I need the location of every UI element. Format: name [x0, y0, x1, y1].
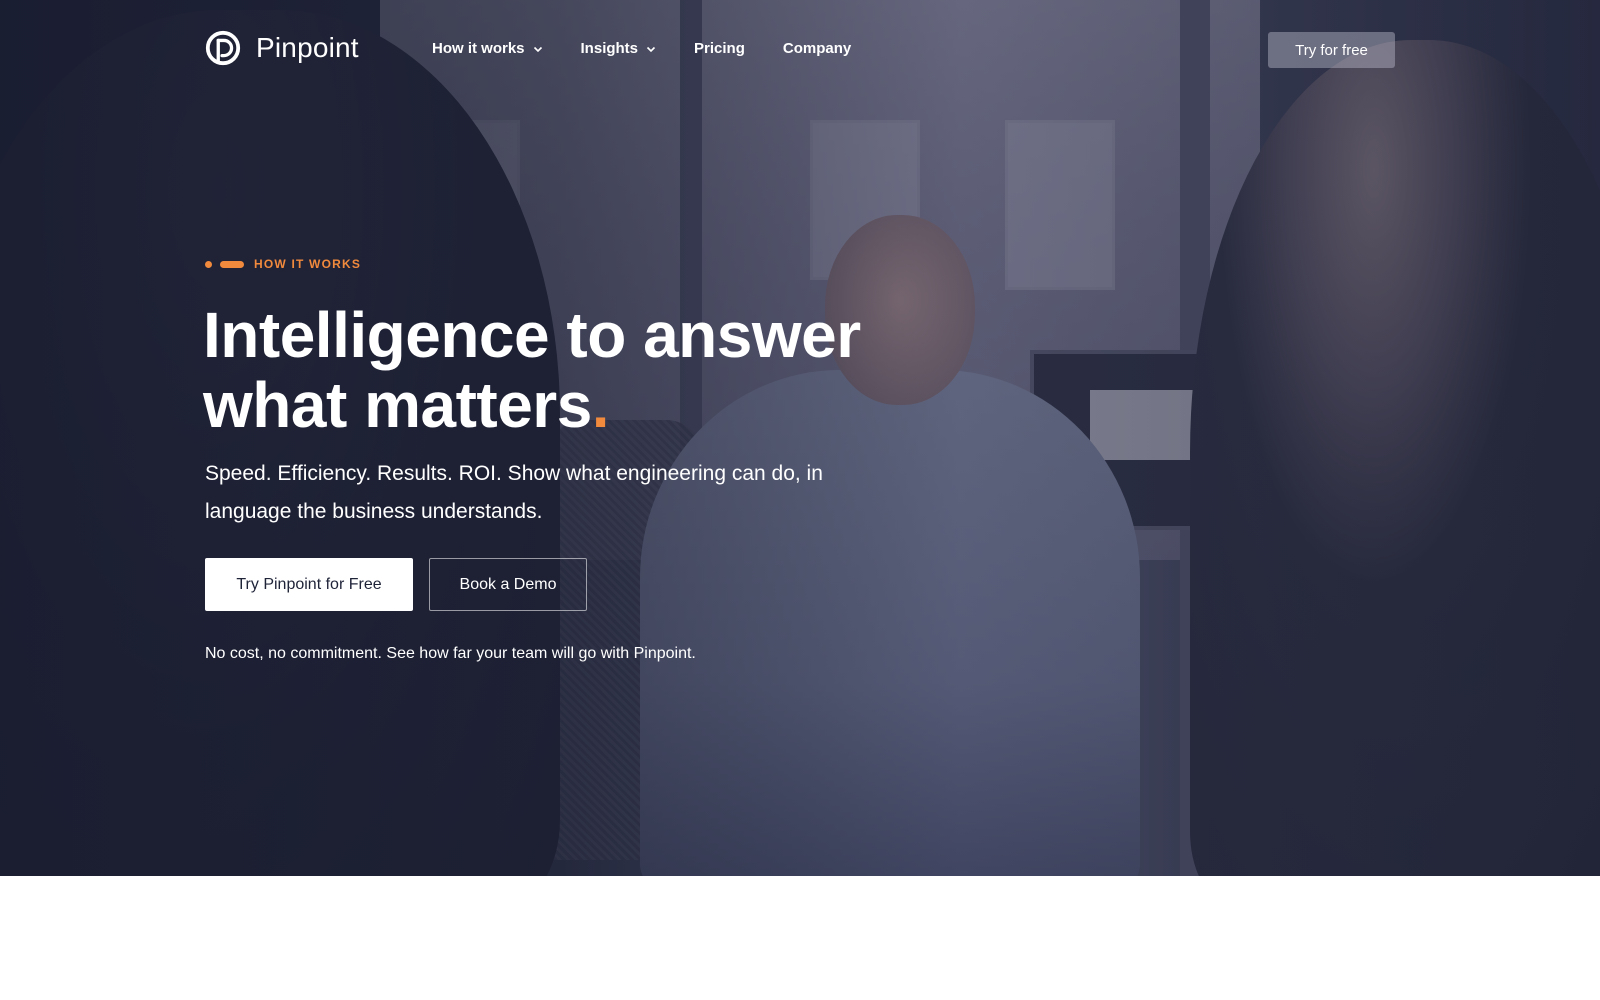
headline-accent-period: .: [591, 369, 610, 441]
chevron-down-icon: [646, 46, 656, 52]
background-photo-pane: [1005, 120, 1115, 290]
background-photo-pane: [810, 120, 920, 280]
background-photo-laptop: [1030, 350, 1270, 530]
background-photo-person: [0, 10, 560, 876]
try-for-free-button[interactable]: Try for free: [1268, 32, 1395, 68]
site-header: Pinpoint How it works Insights Pricing C…: [0, 0, 1600, 100]
nav-item-label: Insights: [580, 40, 639, 57]
nav-item-label: How it works: [432, 40, 525, 57]
hero-section: Pinpoint How it works Insights Pricing C…: [0, 0, 1600, 876]
nav-item-label: Company: [782, 40, 852, 57]
background-photo-person: [640, 370, 1140, 876]
section-eyebrow: HOW IT WORKS: [205, 257, 361, 271]
headline-line-1: Intelligence to answer: [203, 299, 861, 371]
background-photo-pane: [390, 120, 520, 290]
hero-subheadline: Speed. Efficiency. Results. ROI. Show wh…: [205, 462, 823, 523]
background-photo-mullion: [1180, 0, 1210, 876]
headline-line-2: what matters: [203, 369, 592, 441]
book-demo-button[interactable]: Book a Demo: [429, 558, 587, 611]
eyebrow-pill-icon: [220, 260, 244, 268]
nav-item-how-it-works[interactable]: How it works: [432, 40, 543, 57]
hero-note: No cost, no commitment. See how far your…: [205, 645, 696, 662]
nav-item-insights[interactable]: Insights: [581, 40, 657, 57]
try-pinpoint-free-button[interactable]: Try Pinpoint for Free: [205, 558, 413, 611]
background-photo-laptop-screen: [1090, 390, 1215, 460]
pinpoint-logo-icon: [205, 30, 241, 66]
hero-headline: Intelligence to answer what matters.: [203, 300, 903, 440]
eyebrow-label: HOW IT WORKS: [254, 257, 362, 271]
nav-item-label: Pricing: [694, 40, 745, 57]
brand-name: Pinpoint: [256, 32, 359, 63]
nav-item-pricing[interactable]: Pricing: [694, 40, 745, 57]
brand-logo[interactable]: Pinpoint: [204, 29, 359, 67]
nav-item-company[interactable]: Company: [783, 40, 851, 57]
main-nav: How it works Insights Pricing Company: [432, 40, 851, 57]
eyebrow-dot-icon: [205, 260, 212, 268]
chevron-down-icon: [533, 46, 542, 52]
background-photo-person: [1190, 40, 1600, 876]
